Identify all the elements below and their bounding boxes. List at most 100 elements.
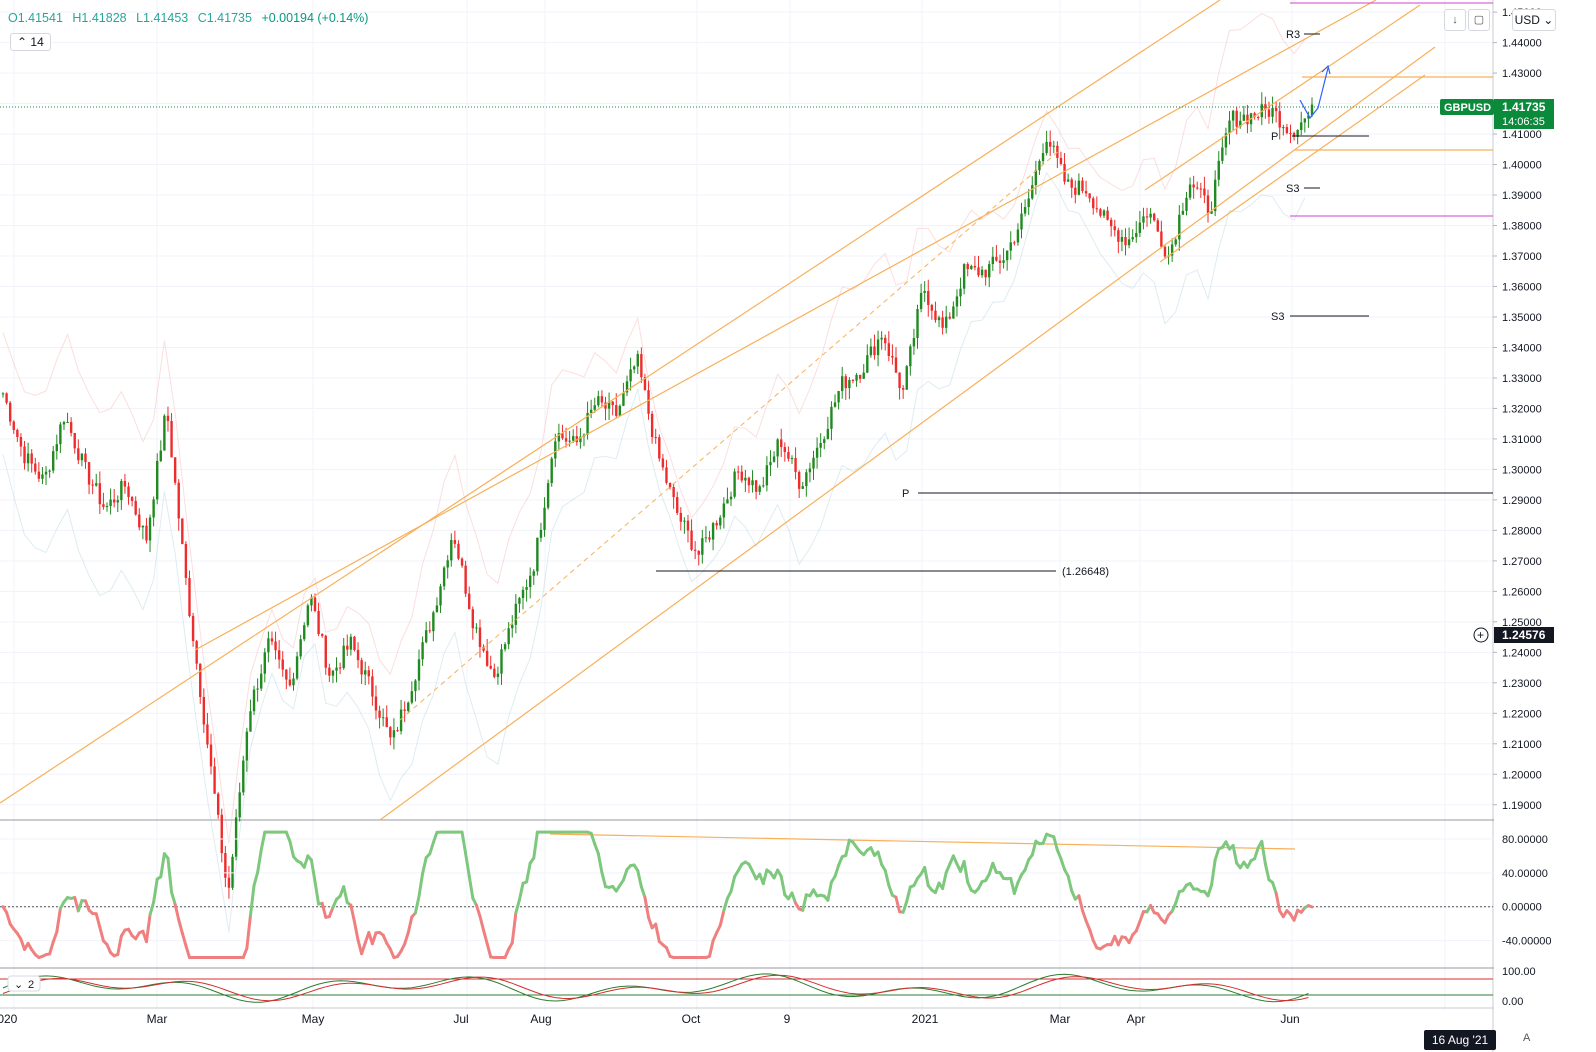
candle-body [665,467,668,483]
candle-body [1149,213,1152,218]
osc-segment [833,863,841,878]
osc-segment [460,830,468,856]
candle-body [485,650,489,666]
candle-body [30,453,33,464]
candle-body [532,571,535,576]
candle-body [894,357,898,373]
channel-line-upper-2 [194,0,1377,651]
candle-body [543,507,546,530]
candle-body [123,480,127,487]
candle-body [1127,239,1131,246]
candle-body [826,428,830,440]
osc-tick-label: 0.00000 [1502,902,1542,914]
candle-body [1002,260,1005,263]
candle-body [295,656,299,679]
candle-body [833,402,837,407]
candle-body [313,597,317,612]
candle-body [392,730,396,738]
y-tick-label: 1.41000 [1502,129,1542,141]
candle-body [769,461,772,466]
osc-segment [517,881,525,902]
x-tick-label: Jun [1280,1012,1299,1026]
auto-scale-button[interactable]: A [1523,1032,1530,1044]
candle-body [891,355,894,358]
short-channel-upper [1144,4,1421,191]
candle-body [869,346,873,356]
osc-segment [485,942,493,959]
candle-body [1084,191,1088,194]
candle-body [944,316,948,328]
candle-body [690,530,693,550]
candle-body [206,724,209,745]
chart-canvas[interactable]: 1.450001.440001.430001.420001.410001.400… [0,0,1596,1052]
candle-body [790,458,794,460]
candle-body [1052,145,1055,147]
osc-segment [708,939,715,958]
osc-segment [1012,881,1020,896]
candle-body [597,396,600,406]
osc-segment [180,931,188,948]
candle-body [112,499,116,503]
legend-low: L1.41453 [136,11,189,25]
candle-body [905,366,908,390]
candle-body [1206,195,1210,214]
candle-body [927,290,930,305]
candle-body [661,458,665,468]
osc-segment [245,913,252,950]
candle-body [1020,213,1023,230]
osc-segment [478,914,486,932]
candle-body [923,290,926,293]
osc-segment [352,920,360,942]
download-button[interactable]: ↓ [1444,9,1466,31]
candle-body [256,688,259,690]
osc-segment [593,842,600,856]
candle-body [736,471,740,473]
candle-body [1196,187,1199,189]
currency-select[interactable]: USD ⌄ [1512,9,1556,31]
y-tick-label: 1.28000 [1502,525,1542,537]
candle-body [758,486,761,492]
candle-body [1074,187,1077,195]
chevron-down-icon: ⌄ [14,979,23,991]
candle-body [360,660,363,675]
candle-body [525,587,528,590]
candle-body [679,512,683,522]
legend-open: O1.41541 [8,11,63,25]
candle-body [213,766,216,794]
candle-body [873,346,876,356]
candle-body [288,679,292,686]
candle-body [331,670,335,676]
candles [1,92,1314,899]
candle-body [884,337,887,344]
candle-body [787,452,790,459]
osc-segment [844,838,851,857]
candle-body [1203,188,1206,196]
osc-segment [467,874,475,900]
osc-segment [116,934,123,956]
candle-body [464,565,467,594]
candle-body [1109,219,1113,227]
osc-segment [94,912,102,929]
candle-body [952,306,955,319]
osc-segment [302,854,310,869]
candle-body [1300,122,1303,130]
fullscreen-button[interactable]: ▢ [1468,9,1490,31]
candle-body [216,793,220,815]
osc-segment [718,909,726,927]
osc-segment [417,872,425,898]
download-icon: ↓ [1452,14,1458,26]
osc-segment [1206,883,1214,898]
candle-body [181,518,184,545]
candle-body [220,814,223,854]
osc-segment [1292,908,1300,922]
osc-segment [510,911,518,945]
candle-body [740,471,743,481]
candle-body [1257,116,1260,118]
period-button[interactable]: ⌃ 14 [10,33,51,51]
osc-segment [1271,880,1278,895]
x-tick-label: 2020 [0,1012,18,1026]
candle-body [539,529,543,538]
osc-segment [1263,862,1271,882]
candle-body [12,421,15,430]
candle-body [858,374,862,379]
